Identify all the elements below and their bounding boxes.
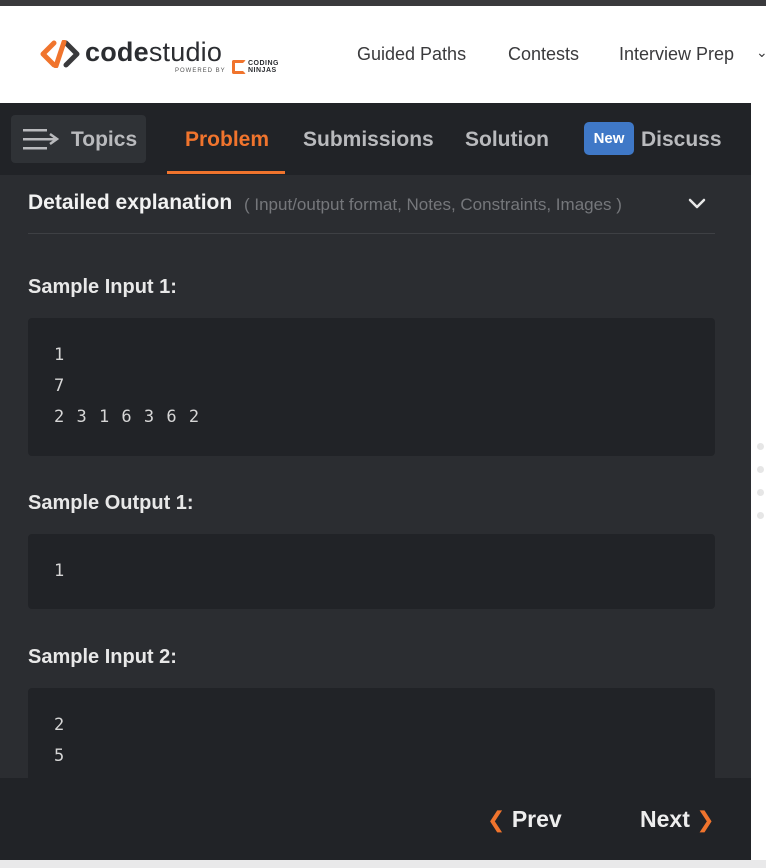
logo-ninjas-text: NINJAS — [248, 67, 277, 74]
next-button[interactable]: Next ❯ — [640, 806, 715, 833]
section-divider — [28, 233, 715, 234]
codestudio-logo-icon — [40, 40, 80, 68]
logo-powered-by: POWERED BY — [175, 68, 226, 74]
more-dots-icon[interactable] — [757, 443, 764, 450]
code-line: 2 3 1 6 3 6 2 — [54, 407, 201, 427]
prev-button[interactable]: ❮ Prev — [487, 806, 562, 833]
nav-contests[interactable]: Contests — [508, 44, 579, 65]
coding-ninjas-logo: CODING NINJAS — [232, 60, 284, 76]
window-bottom-strip — [0, 860, 766, 868]
topics-label: Topics — [71, 128, 138, 151]
sample-input-1-code: 1 7 2 3 1 6 3 6 2 — [28, 318, 715, 456]
more-dots-icon[interactable] — [757, 489, 764, 496]
active-tab-indicator — [167, 171, 285, 174]
logo-coding-text: CODING — [248, 60, 279, 67]
nav-interview-prep[interactable]: Interview Prep — [619, 44, 734, 65]
chevron-down-icon[interactable] — [686, 192, 708, 214]
code-line: 5 — [54, 746, 66, 766]
site-header: codestudio POWERED BY CODING NINJAS Guid… — [0, 6, 766, 103]
coding-ninjas-icon — [232, 60, 246, 74]
chevron-down-icon[interactable]: ⌄ — [756, 44, 766, 61]
more-dots-icon[interactable] — [757, 512, 764, 519]
chevron-left-icon: ❮ — [487, 807, 506, 832]
side-panel-edge — [751, 103, 766, 860]
problem-content: Detailed explanation ( Input/output form… — [0, 175, 751, 778]
code-line: 7 — [54, 376, 66, 396]
new-badge: New — [584, 122, 634, 155]
code-line: 1 — [54, 345, 66, 365]
code-line: 2 — [54, 715, 66, 735]
topics-button[interactable]: Topics — [11, 115, 146, 163]
code-line: 1 — [54, 561, 66, 581]
next-label: Next — [640, 806, 690, 832]
tab-solution[interactable]: Solution — [465, 128, 549, 152]
more-dots-icon[interactable] — [757, 466, 764, 473]
sample-output-1-code: 1 — [28, 534, 715, 609]
sample-output-1-label: Sample Output 1: — [28, 492, 194, 514]
nav-guided-paths[interactable]: Guided Paths — [357, 44, 466, 65]
prev-label: Prev — [511, 806, 562, 832]
chevron-right-icon: ❯ — [696, 807, 715, 832]
tab-discuss[interactable]: Discuss — [641, 128, 722, 152]
sample-input-2-code: 2 5 — [28, 688, 715, 778]
tab-problem[interactable]: Problem — [185, 128, 269, 152]
problem-tab-bar: Topics Problem Submissions Solution New … — [0, 103, 751, 175]
tab-submissions[interactable]: Submissions — [303, 128, 434, 152]
menu-icon — [23, 129, 59, 150]
detailed-explanation-subtitle: ( Input/output format, Notes, Constraint… — [244, 195, 622, 214]
logo-wordmark: codestudio — [85, 37, 223, 67]
sample-input-1-label: Sample Input 1: — [28, 276, 177, 298]
sample-input-2-label: Sample Input 2: — [28, 646, 177, 668]
problem-footer: ❮ Prev Next ❯ — [0, 778, 751, 860]
detailed-explanation-title[interactable]: Detailed explanation — [28, 191, 232, 215]
